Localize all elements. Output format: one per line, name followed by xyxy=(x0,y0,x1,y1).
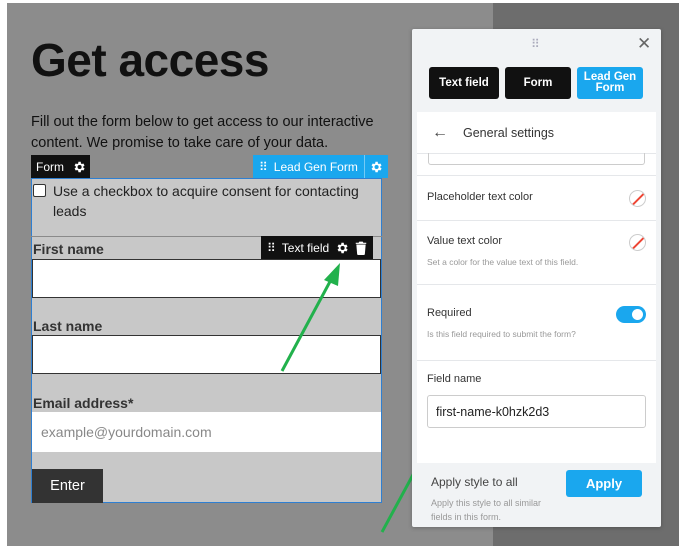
first-name-input[interactable] xyxy=(32,259,381,298)
text-field-tag[interactable]: ⠿ Text field xyxy=(261,236,374,260)
breadcrumb-lead-gen-form[interactable]: Lead Gen Form xyxy=(577,67,643,99)
first-name-label: First name xyxy=(33,241,104,257)
last-name-label: Last name xyxy=(33,318,103,334)
section-title: General settings xyxy=(463,125,555,140)
value-color-swatch[interactable] xyxy=(629,234,646,251)
trash-icon[interactable] xyxy=(355,241,367,255)
drag-handle-icon[interactable]: ⠿ xyxy=(259,160,268,174)
drag-handle-icon[interactable]: ⠿ xyxy=(531,37,540,51)
consent-label: Use a checkbox to acquire consent for co… xyxy=(53,183,359,219)
page-title: Get access xyxy=(31,34,269,86)
email-label: Email address* xyxy=(33,395,134,411)
scrolled-input[interactable] xyxy=(428,153,645,165)
field-name-input[interactable]: first-name-k0hzk2d3 xyxy=(427,395,646,428)
breadcrumb: Text field Form Lead Gen Form xyxy=(412,59,661,107)
breadcrumb-text-field[interactable]: Text field xyxy=(429,67,499,99)
lead-gen-settings-button[interactable] xyxy=(363,155,388,178)
placeholder-color-label: Placeholder text color xyxy=(427,191,533,203)
required-row: Required Is this field required to submi… xyxy=(417,284,656,360)
back-arrow-icon[interactable]: ← xyxy=(432,124,448,142)
last-name-input[interactable] xyxy=(32,335,381,374)
placeholder-color-swatch[interactable] xyxy=(629,190,646,207)
consent-checkbox-row[interactable]: Use a checkbox to acquire consent for co… xyxy=(33,181,373,221)
general-settings-header[interactable]: ← General settings xyxy=(417,112,656,154)
apply-button[interactable]: Apply xyxy=(566,470,642,497)
gear-icon[interactable] xyxy=(335,241,349,255)
lead-gen-form-tag[interactable]: ⠿ Lead Gen Form xyxy=(253,155,388,178)
consent-checkbox[interactable] xyxy=(33,184,46,197)
value-color-row: Value text color Set a color for the val… xyxy=(417,220,656,284)
form-tag-label: Form xyxy=(36,159,64,174)
apply-style-help: Apply this style to all similar fields i… xyxy=(431,498,542,522)
required-label: Required xyxy=(427,307,472,319)
required-help: Is this field required to submit the for… xyxy=(427,329,576,339)
placeholder-color-row: Placeholder text color xyxy=(417,175,656,220)
settings-panel: ⠿ ✕ Text field Form Lead Gen Form ← Gene… xyxy=(412,29,661,527)
field-name-row: Field name first-name-k0hzk2d3 xyxy=(417,360,656,463)
apply-style-title: Apply style to all xyxy=(431,475,518,489)
lead-gen-form-tag-label: Lead Gen Form xyxy=(273,159,358,174)
field-name-label: Field name xyxy=(427,373,482,385)
close-icon[interactable]: ✕ xyxy=(637,34,651,54)
required-toggle[interactable] xyxy=(616,306,646,323)
settings-card: ← General settings Placeholder text colo… xyxy=(417,112,656,463)
breadcrumb-form[interactable]: Form xyxy=(505,67,571,99)
intro-text: Fill out the form below to get access to… xyxy=(31,114,374,151)
apply-style-section: Apply style to all Apply this style to a… xyxy=(412,463,661,527)
gear-icon xyxy=(371,161,382,172)
drag-handle-icon[interactable]: ⠿ xyxy=(267,241,276,255)
value-color-label: Value text color xyxy=(427,235,503,247)
gear-icon[interactable] xyxy=(72,160,86,174)
email-input[interactable]: example@yourdomain.com xyxy=(32,412,381,452)
enter-button[interactable]: Enter xyxy=(32,469,103,503)
text-field-tag-label: Text field xyxy=(281,241,330,255)
form-tag[interactable]: Form xyxy=(31,155,90,178)
panel-header: ⠿ ✕ xyxy=(412,29,661,59)
value-color-help: Set a color for the value text of this f… xyxy=(427,257,579,267)
